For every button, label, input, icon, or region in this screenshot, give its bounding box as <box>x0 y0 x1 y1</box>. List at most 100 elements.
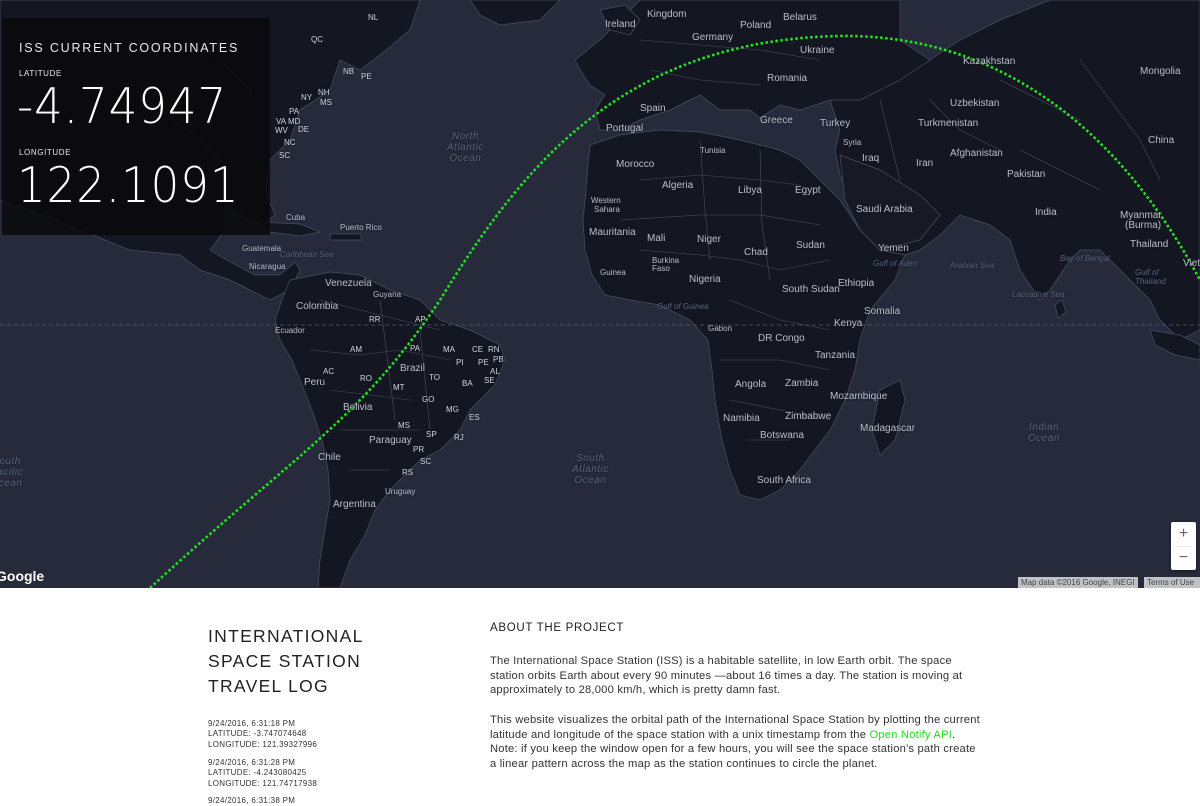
label-burkina-2: Faso <box>652 264 670 273</box>
label-somalia: Somalia <box>864 306 901 317</box>
label-pe-br: PE <box>478 358 489 367</box>
log-title-line3: TRAVEL LOG <box>208 676 329 696</box>
label-ms-br: MS <box>398 421 410 430</box>
label-gulf-thailand: Gulf of Thailand <box>1135 268 1166 286</box>
label-pe: PE <box>361 72 372 81</box>
label-peru: Peru <box>304 377 326 388</box>
world-map[interactable]: Ireland Kingdom Poland Belarus Germany U… <box>0 0 1200 588</box>
map-data-attribution[interactable]: Map data ©2016 Google, INEGI <box>1018 577 1138 588</box>
label-cuba: Cuba <box>286 213 306 222</box>
label-ethiopia: Ethiopia <box>838 278 875 289</box>
log-title-line2: SPACE STATION <box>208 651 362 671</box>
label-mozambique: Mozambique <box>830 391 888 402</box>
label-yemen: Yemen <box>878 243 909 254</box>
label-nigeria: Nigeria <box>689 274 721 285</box>
label-bay-bengal: Bay of Bengal <box>1060 254 1110 263</box>
label-pa: PA <box>289 107 300 116</box>
label-to: TO <box>429 373 440 382</box>
label-wv: WV <box>275 126 288 135</box>
label-nh: NH <box>318 88 330 97</box>
label-vietnam: Vietn <box>1183 258 1200 269</box>
label-ma: MA <box>443 345 455 354</box>
log-entry-time: 9/24/2016, 6:31:38 PM <box>208 796 296 805</box>
label-madagascar: Madagascar <box>860 423 916 434</box>
label-india: India <box>1035 207 1057 218</box>
label-ce: CE <box>472 345 484 354</box>
label-ireland: Ireland <box>605 19 636 30</box>
label-caribbean: Caribbean Sea <box>280 250 334 259</box>
label-ecuador: Ecuador <box>275 326 305 335</box>
label-dr-congo: DR Congo <box>758 333 805 344</box>
label-tunisia: Tunisia <box>700 146 726 155</box>
label-argentina: Argentina <box>333 499 376 510</box>
label-paraguay: Paraguay <box>369 435 412 446</box>
label-colombia: Colombia <box>296 301 339 312</box>
about-paragraph-2: This website visualizes the orbital path… <box>490 713 982 771</box>
label-qc: QC <box>311 35 323 44</box>
label-south-atlantic: South Atlantic Ocean <box>572 453 609 486</box>
label-pi: PI <box>456 358 464 367</box>
label-sp: SP <box>426 430 437 439</box>
log-entry-latitude: LATITUDE: -3.747074648 <box>208 729 307 739</box>
label-venezuela: Venezuela <box>325 278 372 289</box>
label-rr: RR <box>369 315 381 324</box>
log-title: INTERNATIONAL SPACE STATION TRAVEL LOG <box>208 624 364 699</box>
label-zambia: Zambia <box>785 378 819 389</box>
label-sudan: Sudan <box>796 240 825 251</box>
label-guatemala: Guatemala <box>242 244 282 253</box>
label-portugal: Portugal <box>606 123 644 134</box>
label-south-sudan: South Sudan <box>782 284 840 295</box>
log-entry: 9/24/2016, 6:31:18 PM LATITUDE: -3.74707… <box>208 719 317 750</box>
label-de: DE <box>298 125 310 134</box>
label-zimbabwe: Zimbabwe <box>785 411 832 422</box>
label-iran: Iran <box>916 158 934 169</box>
label-nc: NC <box>284 138 296 147</box>
google-logo[interactable]: Google <box>0 568 44 584</box>
zoom-controls: + − <box>1171 522 1196 570</box>
label-nb: NB <box>343 67 355 76</box>
label-namibia: Namibia <box>723 413 760 424</box>
log-entry-longitude: LONGITUDE: 121.39327996 <box>208 739 318 749</box>
zoom-out-button[interactable]: − <box>1171 546 1196 570</box>
label-mt: MT <box>393 383 405 392</box>
label-gabon: Gabon <box>708 324 733 333</box>
zoom-in-button[interactable]: + <box>1171 522 1196 546</box>
label-pakistan: Pakistan <box>1007 169 1046 180</box>
label-al: AL <box>490 367 500 376</box>
label-tanzania: Tanzania <box>815 350 856 361</box>
label-chad: Chad <box>744 247 768 258</box>
open-notify-api-link[interactable]: Open Notify API <box>869 729 952 741</box>
label-mauritania: Mauritania <box>589 227 636 238</box>
label-western-1: Western <box>591 196 621 205</box>
latitude-label: LATITUDE <box>19 69 62 78</box>
log-entry-longitude: LONGITUDE: 121.74717938 <box>208 778 318 788</box>
label-morocco: Morocco <box>616 159 655 170</box>
label-niger: Niger <box>697 234 721 245</box>
log-entry-time: 9/24/2016, 6:31:28 PM <box>208 758 296 767</box>
label-sc: SC <box>279 151 291 160</box>
longitude-value: 122.1091 <box>17 157 240 214</box>
label-puerto-rico: Puerto Rico <box>340 223 382 232</box>
label-bolivia: Bolivia <box>343 402 373 413</box>
label-pr: PR <box>413 445 425 454</box>
log-title-line1: INTERNATIONAL <box>208 626 364 646</box>
label-turkmenistan: Turkmenistan <box>918 118 979 129</box>
terms-of-use-link[interactable]: Terms of Use <box>1144 577 1200 588</box>
latitude-value: -4.74947 <box>17 78 228 135</box>
label-south-africa: South Africa <box>757 475 811 486</box>
log-entry-latitude: LATITUDE: -4.243080425 <box>208 768 307 778</box>
label-mali: Mali <box>647 233 666 244</box>
log-entry-time: 9/24/2016, 6:31:18 PM <box>208 719 296 728</box>
label-rn: RN <box>488 345 500 354</box>
label-greece: Greece <box>760 115 793 126</box>
label-guinea: Guinea <box>600 268 626 277</box>
log-entry: 9/24/2016, 6:31:28 PM LATITUDE: -4.24308… <box>208 758 317 789</box>
label-north-atlantic: North Atlantic Ocean <box>447 131 484 164</box>
label-south-pacific: South Pacific Ocean <box>0 456 23 489</box>
label-syria: Syria <box>843 138 862 147</box>
coordinates-title: ISS CURRENT COORDINATES <box>19 41 240 55</box>
label-western-2: Sahara <box>594 205 620 214</box>
label-nicaragua: Nicaragua <box>249 262 286 271</box>
label-kazakhstan: Kazakhstan <box>963 56 1016 67</box>
label-libya: Libya <box>738 185 762 196</box>
